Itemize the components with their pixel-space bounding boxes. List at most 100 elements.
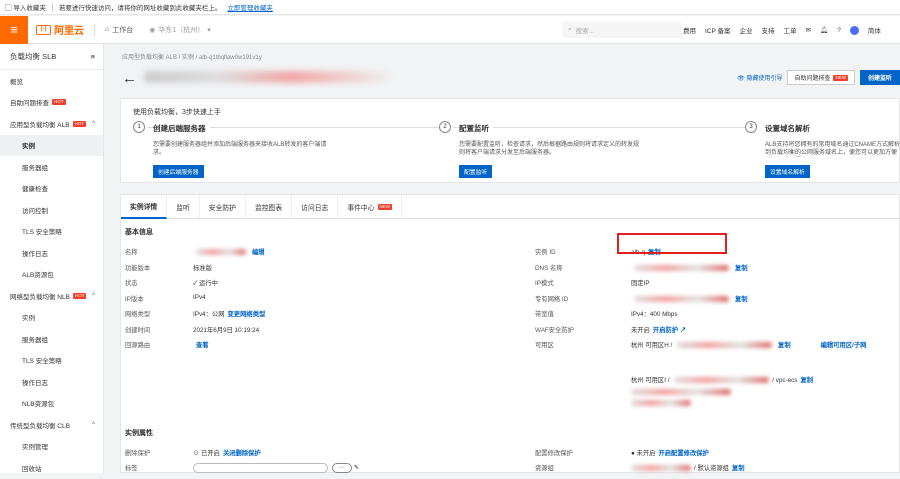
- chevron-up-icon[interactable]: ^: [92, 421, 95, 428]
- sidebar-item[interactable]: 访问控制: [0, 199, 103, 221]
- action-link[interactable]: 复制: [735, 296, 748, 303]
- create-listener-button[interactable]: 创建监听: [859, 70, 900, 85]
- basic-info-title: 基本信息: [125, 229, 153, 236]
- chevron-up-icon[interactable]: ^: [92, 120, 95, 127]
- step-desc: 您需要创建服务器组并添加后端服务器来接收ALB转发的客户端请求。: [153, 142, 327, 156]
- step-title: 创建后端服务器: [153, 123, 210, 134]
- action-link[interactable]: 复制: [800, 377, 813, 384]
- sidebar-item[interactable]: NLB资源包: [0, 393, 103, 415]
- menu-icon[interactable]: ≡: [0, 15, 28, 44]
- divider: [94, 23, 95, 36]
- tab-4[interactable]: 监控图表: [246, 195, 293, 219]
- back-arrow-icon[interactable]: ←: [122, 70, 137, 87]
- instance-attr-title: 实例属性: [125, 430, 153, 437]
- action-link[interactable]: 查看: [196, 342, 209, 349]
- tab-2[interactable]: 监听: [167, 195, 200, 219]
- bell-icon[interactable]: 🔔︎: [820, 26, 828, 34]
- info-value: ✓ 运行中: [193, 278, 218, 287]
- tab-3[interactable]: 安全防护: [200, 195, 246, 219]
- sidebar-item[interactable]: 实例: [0, 134, 103, 156]
- region-label: 华东1（杭州）: [158, 26, 205, 34]
- top-link-fees[interactable]: 费用: [683, 25, 696, 35]
- create-backend-button[interactable]: 创建后端服务器: [153, 165, 204, 178]
- sidebar: 负载均衡 SLB ≡ 概览 自助问题排查 HOT 应用型负载均衡 ALB HOT ^ 实例 服务…: [0, 44, 104, 473]
- top-link-ticket[interactable]: 工单: [784, 25, 797, 35]
- collapse-icon[interactable]: ≡: [91, 52, 95, 61]
- action-link[interactable]: 变更网络类型: [228, 311, 266, 318]
- value-text: / 默认资源组: [694, 465, 729, 472]
- action-link[interactable]: 开启防护 ↗: [653, 327, 686, 334]
- manage-bookmarks-link[interactable]: 立即管理收藏夹: [227, 2, 273, 12]
- redacted: [674, 377, 770, 384]
- tab-5[interactable]: 访问日志: [292, 195, 339, 219]
- chevron-up-icon[interactable]: ^: [92, 292, 95, 299]
- info-label: IP版本: [125, 295, 144, 303]
- troubleshoot-button[interactable]: 自助问题排查 NEW: [787, 70, 855, 85]
- value-text: IPv4：公网: [193, 311, 225, 318]
- hide-guide-link[interactable]: 👁︎ 隐藏使用引导: [737, 73, 782, 82]
- region-selector[interactable]: ◉ 华东1（杭州） ▾: [149, 25, 211, 35]
- tab-1[interactable]: 实例详情: [121, 195, 168, 219]
- sidebar-item[interactable]: 应用型负载均衡 ALB HOT ^: [0, 113, 103, 135]
- sidebar-item[interactable]: 健康检查: [0, 178, 103, 200]
- top-link-icp[interactable]: ICP 备案: [705, 25, 731, 35]
- step-title: 设置域名解析: [765, 123, 814, 134]
- sidebar-item-label: 操作日志: [22, 379, 48, 387]
- import-bookmarks-button[interactable]: ▢ 导入收藏夹: [5, 2, 46, 12]
- aliyun-logo[interactable]: (-) 阿里云: [36, 22, 84, 37]
- breadcrumb[interactable]: 应用型负载均衡 ALB / 实例 / alb-q1tbqflaw0w191v1y: [122, 52, 262, 61]
- vpc-name: / vpc-ecs: [772, 377, 798, 384]
- info-value: 编辑: [193, 247, 265, 256]
- redacted: [631, 389, 731, 396]
- tab-6[interactable]: 事件中心 NEW: [338, 195, 403, 219]
- more-button[interactable]: ···: [332, 463, 352, 473]
- action-link[interactable]: 复制: [732, 465, 745, 472]
- sidebar-item[interactable]: 实例管理: [0, 436, 103, 458]
- sidebar-item[interactable]: 服务器组: [0, 156, 103, 178]
- tab-label: 监听: [176, 205, 190, 212]
- sidebar-item[interactable]: 概览: [0, 70, 103, 92]
- info-value: 未开启 开启防护 ↗: [631, 325, 686, 334]
- sidebar-item[interactable]: 自助问题排查 HOT: [0, 92, 103, 114]
- help-icon[interactable]: ?: [837, 27, 841, 34]
- configure-listener-button[interactable]: 配置监听: [459, 165, 493, 178]
- mail-icon[interactable]: ✉: [806, 26, 811, 34]
- sidebar-item[interactable]: 实例: [0, 307, 103, 329]
- sidebar-item-label: 服务器组: [22, 336, 48, 344]
- sidebar-item[interactable]: TLS 安全策略: [0, 221, 103, 243]
- sidebar-item[interactable]: 操作日志: [0, 242, 103, 264]
- set-dns-button[interactable]: 设置域名解析: [765, 165, 810, 178]
- value-text: ☉ 已开启: [193, 450, 220, 457]
- hide-guide-label: 隐藏使用引导: [746, 76, 783, 82]
- info-value: IPv4: [193, 294, 206, 303]
- action-link[interactable]: 编辑: [252, 249, 265, 256]
- tag-field[interactable]: [193, 463, 328, 473]
- sidebar-item[interactable]: 操作日志: [0, 371, 103, 393]
- search-input[interactable]: ⌕ 搜索...: [562, 22, 682, 38]
- sidebar-item-label: 实例: [22, 143, 35, 151]
- sidebar-item[interactable]: 服务器组: [0, 328, 103, 350]
- assistant-icon[interactable]: [849, 25, 859, 35]
- sidebar-item[interactable]: 回收站: [0, 457, 103, 479]
- workspace-button[interactable]: ⌂ 工作台: [105, 25, 133, 35]
- language-selector[interactable]: 简体: [868, 25, 881, 35]
- value-text: 杭州 可用区H /: [631, 342, 675, 349]
- top-link-support[interactable]: 支持: [762, 25, 775, 35]
- top-link-enterprise[interactable]: 企业: [740, 25, 753, 35]
- sidebar-item[interactable]: 传统型负载均衡 CLB ^: [0, 414, 103, 436]
- action-link[interactable]: 复制: [735, 265, 748, 272]
- new-badge: NEW: [377, 204, 393, 210]
- info-label: DNS 名称: [535, 264, 563, 272]
- sidebar-item[interactable]: ALB资源包: [0, 264, 103, 286]
- sidebar-item[interactable]: TLS 安全策略: [0, 350, 103, 372]
- edit-zone-link[interactable]: 编辑可用区/子网: [821, 342, 867, 349]
- info-value: IPv4：400 Mbps: [631, 309, 678, 318]
- value-text: 标准版: [193, 264, 212, 272]
- sidebar-item[interactable]: 网络型负载均衡 NLB HOT ^: [0, 285, 103, 307]
- redacted: [631, 465, 691, 472]
- action-link[interactable]: 复制: [778, 342, 791, 349]
- action-link[interactable]: 关闭删除保护: [223, 450, 261, 457]
- action-link[interactable]: 开启配置修改保护: [658, 450, 708, 457]
- bookmark-bar: ▢ 导入收藏夹 若要进行快速访问，请将你的网址收藏到此收藏夹栏上。 立即管理收藏…: [0, 0, 900, 15]
- edit-icon[interactable]: ✎: [352, 465, 359, 472]
